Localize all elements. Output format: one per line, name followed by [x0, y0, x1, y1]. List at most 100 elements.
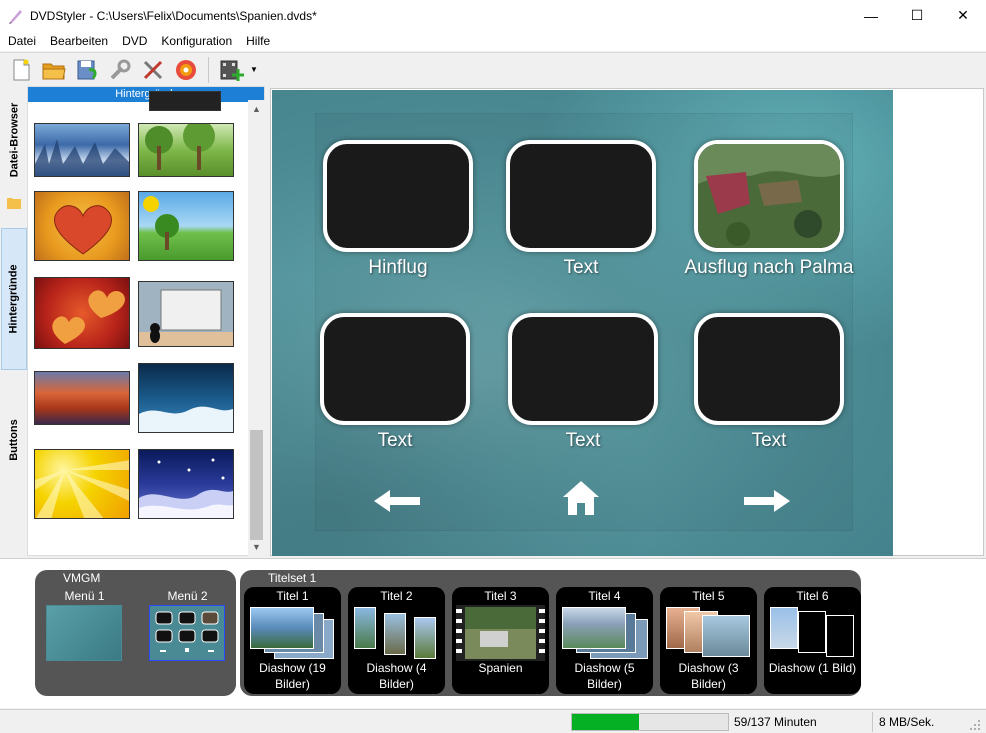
menu-bar: Datei Bearbeiten DVD Konfiguration Hilfe — [0, 31, 986, 51]
tab-hintergruende[interactable]: Hintergründe — [1, 228, 27, 370]
close-button[interactable]: ✕ — [940, 0, 986, 31]
tab-datei-browser[interactable]: Datei-Browser — [1, 92, 27, 188]
menu-button-label: Hinflug — [368, 257, 428, 278]
arrow-right-icon[interactable] — [744, 490, 790, 512]
maximize-button[interactable]: ☐ — [894, 0, 940, 31]
settings-button[interactable] — [103, 55, 136, 85]
scroll-thumb[interactable] — [250, 430, 263, 540]
menu-button-label: Text — [565, 430, 601, 451]
arrow-left-icon[interactable] — [374, 490, 420, 512]
toolbar-separator — [208, 56, 209, 83]
slide-thumbnail — [770, 607, 798, 649]
backgrounds-gallery: Hintergründe — [27, 86, 265, 556]
menu-cell-1[interactable]: Menü 1 — [36, 587, 133, 694]
toolbar: ▼ — [0, 52, 986, 86]
title-cell-caption: Diashow (5 Bilder) — [574, 661, 635, 691]
aerial-photo — [698, 144, 840, 248]
title-cell-title: Titel 6 — [796, 589, 829, 603]
gallery-thumb[interactable] — [138, 449, 234, 519]
disc-usage-progress — [571, 713, 729, 731]
title-cell-4[interactable]: Titel 4 Diashow (5 Bilder) — [556, 587, 653, 694]
open-button[interactable] — [37, 55, 70, 85]
status-bar: 59/137 Minuten 8 MB/Sek. — [0, 709, 986, 733]
title-bar: DVDStyler - C:\Users\Felix\Documents\Spa… — [0, 0, 986, 31]
gallery-thumb[interactable] — [138, 123, 234, 177]
title-cell-2[interactable]: Titel 2 Diashow (4 Bilder) — [348, 587, 445, 694]
titleset-manager: VMGM Titelset 1 Menü 1 Menü 2 Titel 1 Di… — [0, 558, 986, 708]
vmgm-label: VMGM — [63, 571, 101, 585]
menu-hilfe[interactable]: Hilfe — [239, 31, 277, 51]
title-cell-6[interactable]: Titel 6 Diashow (1 Bild) — [764, 587, 861, 694]
gallery-thumb[interactable] — [138, 191, 234, 261]
slide-thumbnail — [384, 613, 406, 655]
settings-icon — [110, 59, 130, 79]
gallery-thumb[interactable] — [138, 363, 234, 433]
app-logo-icon — [9, 9, 22, 24]
gallery-thumb[interactable] — [138, 281, 234, 347]
menu-editor-canvas: Hinflug Text Ausflug nach Palma Text Tex… — [270, 88, 984, 556]
title-cell-caption: Diashow (1 Bild) — [768, 661, 857, 675]
tools-button[interactable] — [136, 55, 169, 85]
tab-label: Buttons — [8, 419, 21, 461]
gallery-thumb[interactable] — [34, 123, 130, 177]
gallery-thumb[interactable] — [34, 191, 130, 261]
open-icon — [42, 63, 66, 79]
menu-button-label: Ausflug nach Palma — [684, 257, 854, 278]
slide-thumbnail — [354, 607, 376, 649]
gallery-thumb[interactable] — [149, 91, 221, 111]
menu-button-1[interactable] — [323, 140, 473, 252]
resize-grip-icon[interactable] — [968, 718, 982, 732]
menu-cell-2[interactable]: Menü 2 — [139, 587, 236, 694]
title-cell-5[interactable]: Titel 5 Diashow (3 Bilder) — [660, 587, 757, 694]
gallery-thumb[interactable] — [34, 449, 130, 519]
tab-label: Datei-Browser — [8, 102, 21, 178]
menu-button-label: Text — [751, 430, 787, 451]
gallery-scrollbar[interactable]: ▲ ▼ — [248, 100, 265, 556]
save-icon — [77, 60, 97, 79]
gallery-thumb[interactable] — [34, 277, 130, 349]
menu-preview[interactable]: Hinflug Text Ausflug nach Palma Text Tex… — [272, 90, 893, 556]
menu-button-5[interactable] — [508, 313, 658, 425]
menu-button-label: Text — [563, 257, 599, 278]
menu-button-label: Text — [377, 430, 413, 451]
menu-button-4[interactable] — [320, 313, 470, 425]
slide-thumbnail — [798, 611, 826, 653]
minimize-button[interactable]: — — [848, 0, 894, 31]
title-cell-title: Titel 2 — [380, 589, 413, 603]
burn-button[interactable] — [169, 55, 202, 85]
menu-datei[interactable]: Datei — [0, 31, 43, 51]
title-cell-title: Titel 3 — [484, 589, 517, 603]
window-title: DVDStyler - C:\Users\Felix\Documents\Spa… — [30, 8, 317, 23]
menu-thumbnail — [149, 605, 225, 661]
menu-konfiguration[interactable]: Konfiguration — [154, 31, 239, 51]
menu-button-6[interactable] — [694, 313, 844, 425]
menu-cell-title: Menü 1 — [64, 589, 105, 603]
title-cell-3[interactable]: Titel 3 Spanien — [452, 587, 549, 694]
tab-label: Hintergründe — [8, 264, 20, 334]
slide-thumbnail — [414, 617, 436, 659]
chevron-down-icon[interactable]: ▼ — [248, 55, 260, 85]
title-cell-title: Titel 5 — [692, 589, 725, 603]
new-button[interactable] — [4, 55, 37, 85]
menu-button-2[interactable] — [506, 140, 656, 252]
gallery-thumb[interactable] — [34, 371, 130, 425]
folder-icon[interactable] — [1, 192, 27, 214]
menu-thumbnail — [46, 605, 122, 661]
menu-bearbeiten[interactable]: Bearbeiten — [43, 31, 115, 51]
status-separator — [872, 712, 873, 732]
tab-buttons[interactable]: Buttons — [1, 388, 27, 492]
slide-thumbnail — [562, 607, 626, 649]
scroll-down-icon[interactable]: ▼ — [248, 540, 265, 554]
save-button[interactable] — [70, 55, 103, 85]
gallery-header: Hintergründe — [28, 87, 264, 102]
menu-dvd[interactable]: DVD — [115, 31, 154, 51]
slide-thumbnail — [702, 615, 750, 657]
title-cell-1[interactable]: Titel 1 Diashow (19 Bilder) — [244, 587, 341, 694]
home-icon[interactable] — [563, 481, 599, 515]
bitrate-text: 8 MB/Sek. — [879, 715, 935, 729]
menu-button-3[interactable] — [694, 140, 844, 252]
add-file-button[interactable] — [215, 55, 248, 85]
scroll-up-icon[interactable]: ▲ — [248, 102, 265, 116]
app-window: DVDStyler - C:\Users\Felix\Documents\Spa… — [0, 0, 986, 733]
menu-cell-title: Menü 2 — [167, 589, 208, 603]
